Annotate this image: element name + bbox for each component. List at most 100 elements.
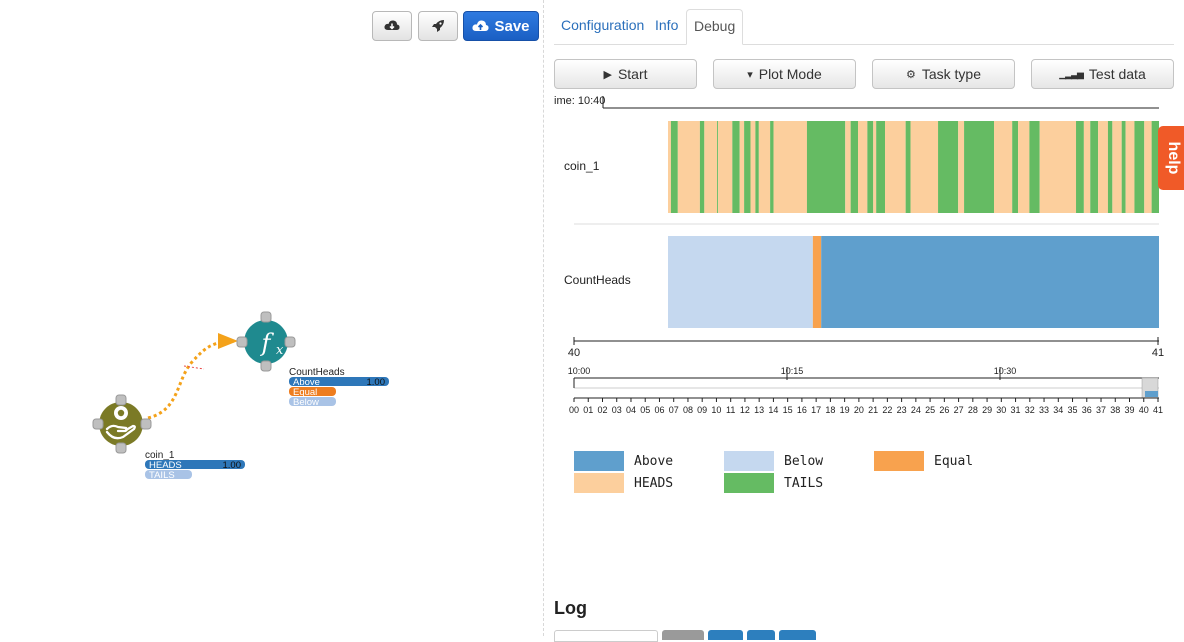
- start-button[interactable]: ▶ Start: [554, 59, 697, 89]
- segment-heads: [739, 121, 745, 213]
- node-graph: f x CountHeads Above 1.00 Equal Below co…: [92, 311, 389, 481]
- minute-tick-label: 23: [897, 405, 907, 415]
- segment-above: [821, 236, 1159, 328]
- segment-heads: [750, 121, 756, 213]
- minute-tick-axis: 00 01 02 03 04 05 06 07 08 09 10 11 12 13 14 15 16 17 18 19…: [569, 398, 1163, 415]
- segment-tails: [1107, 121, 1113, 213]
- segment-tails: [1134, 121, 1145, 213]
- coin-port-tails[interactable]: TAILS: [145, 470, 192, 481]
- minute-tick-label: 38: [1110, 405, 1120, 415]
- segment-heads: [1112, 121, 1122, 213]
- segment-heads: [994, 121, 1013, 213]
- help-label: help: [1165, 141, 1182, 175]
- coin-node[interactable]: [92, 394, 152, 454]
- minute-tick-label: 05: [640, 405, 650, 415]
- segment-tails: [867, 121, 874, 213]
- segment-heads: [704, 121, 718, 213]
- track-count-heads: [668, 236, 1159, 328]
- legend-swatch: [574, 451, 624, 471]
- segment-heads: [1018, 121, 1030, 213]
- minute-tick-label: 41: [1153, 405, 1163, 415]
- legend-label: Below: [784, 453, 824, 469]
- legend-item-heads: HEADS: [574, 473, 673, 493]
- track-label-countheads: CountHeads: [564, 273, 631, 287]
- legend-item-equal: Equal: [874, 451, 973, 471]
- minute-tick-label: 27: [954, 405, 964, 415]
- segment-tails: [850, 121, 859, 213]
- count-heads-node[interactable]: f x: [236, 311, 296, 372]
- segment-tails: [670, 121, 678, 213]
- connection-edge[interactable]: [147, 339, 237, 420]
- count-heads-port-below[interactable]: Below: [289, 397, 336, 408]
- segment-heads: [1083, 121, 1091, 213]
- log-level-button[interactable]: [708, 630, 743, 640]
- start-label: Start: [617, 66, 648, 82]
- segment-tails: [717, 121, 719, 213]
- segment-heads: [845, 121, 851, 213]
- minute-tick-label: 07: [669, 405, 679, 415]
- minute-tick-label: 19: [840, 405, 850, 415]
- port-label: TAILS: [149, 470, 175, 481]
- segment-tails: [699, 121, 705, 213]
- log-level-button[interactable]: [747, 630, 775, 640]
- legend-swatch: [874, 451, 924, 471]
- tab-configuration[interactable]: Configuration: [554, 9, 651, 43]
- plot-mode-button[interactable]: ▾ Plot Mode: [713, 59, 856, 89]
- segment-heads: [1144, 121, 1152, 213]
- minute-tick-label: 03: [612, 405, 622, 415]
- segment-tails: [964, 121, 995, 213]
- minute-tick-label: 20: [854, 405, 864, 415]
- log-level-button[interactable]: [779, 630, 816, 640]
- tab-debug[interactable]: Debug: [686, 9, 744, 45]
- log-clear-button[interactable]: [662, 630, 704, 640]
- current-time-label: ime: 10:40: [554, 95, 605, 107]
- legend-item-above: Above: [574, 451, 673, 471]
- minute-tick-label: 22: [882, 405, 892, 415]
- segment-tails: [938, 121, 959, 213]
- graph-canvas[interactable]: Save f x CountHeads Above 1.00 Equal Bel…: [0, 0, 544, 636]
- timeline-chart[interactable]: ime: 10:40 coin_1 CountHeads 40 41 10:00…: [544, 88, 1174, 433]
- gears-icon: ⚙: [905, 68, 916, 81]
- segment-heads: [773, 121, 807, 213]
- port-value: 1.00: [223, 460, 242, 471]
- tab-info[interactable]: Info: [648, 9, 685, 43]
- minute-tick-label: 37: [1096, 405, 1106, 415]
- segment-tails: [806, 121, 846, 213]
- minute-tick-label: 29: [982, 405, 992, 415]
- minute-tick-label: 21: [868, 405, 878, 415]
- help-tab[interactable]: help: [1158, 126, 1184, 190]
- legend-label: TAILS: [784, 475, 824, 491]
- minute-tick-label: 00: [569, 405, 579, 415]
- range-end-label: 41: [1152, 347, 1164, 359]
- log-filter-input[interactable]: [554, 630, 658, 642]
- segment-equal: [812, 236, 822, 328]
- task-type-button[interactable]: ⚙ Task type: [872, 59, 1015, 89]
- minute-tick-label: 11: [726, 405, 735, 415]
- log-heading: Log: [554, 598, 587, 618]
- range-start-label: 40: [568, 347, 580, 359]
- overview-brush[interactable]: 10:00 10:15 10:30: [568, 366, 1159, 399]
- minute-tick-label: 14: [768, 405, 778, 415]
- minute-tick-label: 06: [654, 405, 664, 415]
- minute-tick-label: 36: [1082, 405, 1092, 415]
- minute-tick-label: 24: [911, 405, 921, 415]
- minute-tick-label: 32: [1025, 405, 1035, 415]
- minute-tick-label: 13: [754, 405, 764, 415]
- brush-mini-data: [1145, 391, 1158, 397]
- segment-tails: [1029, 121, 1040, 213]
- overview-time-1: 10:15: [781, 366, 804, 376]
- minute-tick-label: 30: [996, 405, 1006, 415]
- segment-heads: [873, 121, 877, 213]
- minute-tick-label: 02: [597, 405, 607, 415]
- segment-tails: [732, 121, 740, 213]
- minute-tick-label: 08: [683, 405, 693, 415]
- caret-down-icon: ▾: [747, 68, 753, 81]
- test-data-button[interactable]: ▁▂▃▅ Test data: [1031, 59, 1174, 89]
- segment-heads: [758, 121, 771, 213]
- segment-heads: [910, 121, 939, 213]
- minute-tick-label: 34: [1053, 405, 1063, 415]
- plot-mode-label: Plot Mode: [758, 66, 822, 82]
- legend-label: Equal: [934, 453, 974, 469]
- segment-heads: [1098, 121, 1108, 213]
- signal-bars-icon: ▁▂▃▅: [1059, 68, 1084, 79]
